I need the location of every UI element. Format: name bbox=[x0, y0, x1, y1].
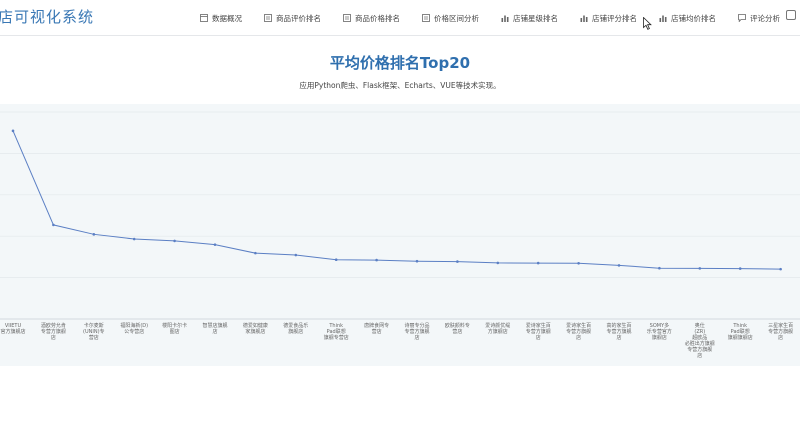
x-tick-label: Think Pad联想旗舰专营店 bbox=[324, 323, 349, 341]
nav-item-product-rating[interactable]: 商品评价排名 bbox=[264, 0, 321, 36]
x-tick-label: 德爱食品乐旗舰店 bbox=[283, 322, 308, 335]
data-point[interactable] bbox=[698, 267, 702, 270]
data-point[interactable] bbox=[52, 223, 55, 227]
nav-item-product-price[interactable]: 商品价格排名 bbox=[343, 0, 400, 36]
x-tick-label: VIIETU 官方旗舰店 bbox=[0, 323, 25, 335]
data-point[interactable] bbox=[213, 243, 217, 246]
nav-item-shop-stars[interactable]: 店铺星级排名 bbox=[501, 0, 558, 36]
x-tick-label: 酒欧劳允肯专营方旗舰店 bbox=[41, 322, 66, 341]
x-tick-label: 智慧店旗舰店 bbox=[202, 322, 227, 335]
x-tick-label: 卡尔麦斯(UNIN)专营店 bbox=[83, 322, 105, 341]
data-point[interactable] bbox=[738, 267, 742, 270]
x-tick-label: 唐牌食网专营店 bbox=[364, 322, 389, 335]
x-tick-label: 楼阳卡尔卡图店 bbox=[162, 322, 187, 335]
data-point[interactable] bbox=[415, 259, 419, 263]
data-point[interactable] bbox=[496, 261, 500, 265]
data-point[interactable] bbox=[132, 237, 136, 241]
user-menu-icon[interactable] bbox=[786, 10, 796, 20]
bar-chart-icon bbox=[501, 15, 509, 22]
app-title: 店可视化系统 bbox=[0, 8, 95, 26]
mouse-cursor-icon bbox=[643, 17, 652, 30]
chart-panel: VIIETU 官方旗舰店 酒欧劳允肯专营方旗舰店 卡尔麦斯(UNIN)专营店 福阳海新(… bbox=[0, 104, 800, 366]
data-point[interactable] bbox=[294, 253, 298, 257]
x-tick-label: 德爱如健康家旗舰店 bbox=[243, 322, 268, 335]
data-point[interactable] bbox=[254, 251, 257, 255]
data-point[interactable] bbox=[92, 233, 96, 236]
nav-item-overview[interactable]: 数据概况 bbox=[200, 0, 242, 36]
nav-item-label: 商品价格排名 bbox=[355, 13, 400, 23]
data-point[interactable] bbox=[617, 264, 621, 267]
data-point[interactable] bbox=[779, 267, 782, 271]
data-point[interactable] bbox=[334, 258, 338, 262]
nav-item-label: 店铺均价排名 bbox=[671, 13, 716, 23]
data-point[interactable] bbox=[173, 239, 176, 243]
series-line bbox=[12, 130, 781, 270]
data-point[interactable] bbox=[658, 266, 661, 270]
data-point[interactable] bbox=[577, 261, 580, 265]
x-tick-label: 福阳海新(D)公专营店 bbox=[120, 322, 148, 335]
list-icon bbox=[422, 14, 430, 22]
nav-item-label: 商品评价排名 bbox=[276, 13, 321, 23]
x-tick-label: 奥仕(ZR)超欧品必胜出方旗舰专营方旗舰店 bbox=[685, 322, 715, 359]
x-tick-label: 欧肤颜料专营店 bbox=[445, 322, 470, 335]
nav-item-shop-avg-price[interactable]: 店铺均价排名 bbox=[659, 0, 716, 36]
data-point[interactable] bbox=[11, 129, 15, 133]
list-icon bbox=[343, 14, 351, 22]
nav-item-label: 店铺星级排名 bbox=[513, 13, 558, 23]
bar-chart-icon bbox=[580, 15, 588, 22]
bar-chart-icon bbox=[659, 15, 667, 22]
nav-item-comments[interactable]: 评论分析 bbox=[738, 0, 780, 36]
x-tick-label: 爱诗家生百专营方旗舰店 bbox=[566, 322, 591, 341]
top-navbar: 店可视化系统 数据概况 商品评价排名 商品价格排名 价格区间分析 店铺星级排名 … bbox=[0, 0, 800, 36]
list-icon bbox=[264, 14, 272, 22]
page-title: 平均价格排名Top20 bbox=[329, 54, 471, 72]
x-tick-label: Think Pad联想旗舰旗舰店 bbox=[728, 323, 753, 341]
nav-item-label: 价格区间分析 bbox=[434, 13, 479, 23]
line-chart: VIIETU 官方旗舰店 酒欧劳允肯专营方旗舰店卡尔麦斯(UNIN)专营店 福阳海新(… bbox=[0, 111, 800, 359]
x-tick-label: SOMY多乐专营官方旗舰店 bbox=[647, 322, 672, 341]
x-tick-label: 三星家生百专营方旗舰店 bbox=[768, 322, 793, 341]
nav-item-label: 数据概况 bbox=[212, 13, 242, 23]
page-subtitle: 应用Python爬虫、Flask框架、Echarts、VUE等技术实现。 bbox=[299, 81, 501, 90]
data-point[interactable] bbox=[456, 260, 459, 263]
nav-item-price-range[interactable]: 价格区间分析 bbox=[422, 0, 479, 36]
doc-icon bbox=[200, 14, 208, 22]
nav-item-shop-score[interactable]: 店铺评分排名 bbox=[580, 0, 637, 36]
main-nav: 数据概况 商品评价排名 商品价格排名 价格区间分析 店铺星级排名 店铺评分排名 … bbox=[200, 0, 800, 36]
x-tick-label: 爱诗颜优缇方旗舰店 bbox=[485, 322, 510, 335]
data-point[interactable] bbox=[536, 261, 540, 265]
data-point[interactable] bbox=[375, 258, 378, 262]
comment-icon bbox=[738, 14, 746, 22]
nav-item-label: 评论分析 bbox=[750, 13, 780, 23]
x-tick-label: 高的家生百专营方旗舰店 bbox=[606, 322, 631, 341]
nav-item-label: 店铺评分排名 bbox=[592, 13, 637, 23]
x-tick-label: 诗丽专分品专营方旗舰店 bbox=[404, 322, 429, 341]
x-tick-label: 爱诗家生百专营方旗舰店 bbox=[526, 322, 551, 341]
